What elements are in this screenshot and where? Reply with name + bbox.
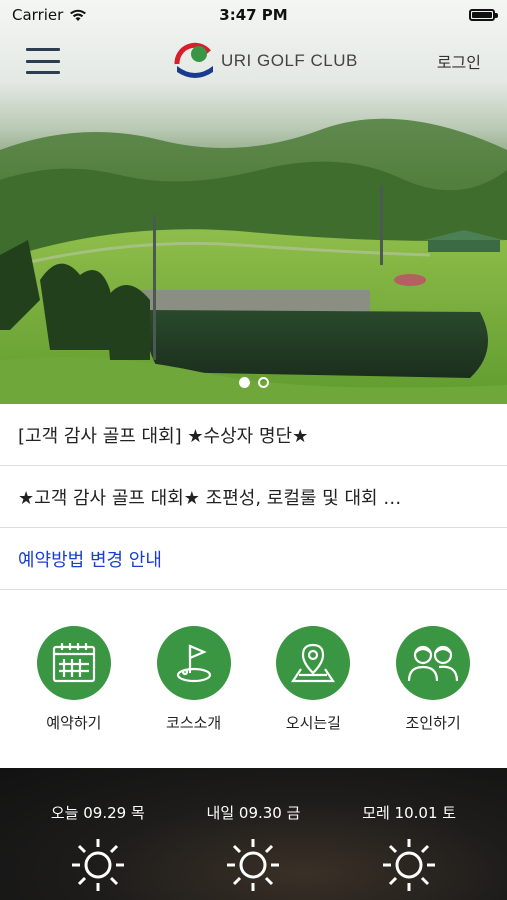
carousel-dot-1[interactable]: [238, 377, 250, 388]
quick-join-button[interactable]: 조인하기: [383, 626, 483, 768]
logo-wordmark: URI GOLF CLUB: [221, 51, 358, 70]
weather-panel: 오늘 09.29 목 내일 09.30 금 모레 10.01 토: [0, 768, 507, 900]
calendar-icon: [36, 626, 111, 700]
menu-line: [26, 71, 60, 74]
menu-line: [26, 59, 60, 63]
notice-list: [고객 감사 골프 대회] ★수상자 명단★ ★고객 감사 골프 대회★ 조편성…: [0, 404, 507, 590]
quick-label: 코스소개: [166, 714, 222, 732]
notice-item[interactable]: ★고객 감사 골프 대회★ 조편성, 로컬룰 및 대회 …: [0, 466, 507, 528]
flag-hole-icon: [156, 626, 231, 700]
people-icon: [396, 626, 471, 700]
hamburger-menu-button[interactable]: [26, 48, 60, 74]
quick-directions-button[interactable]: 오시는길: [263, 626, 363, 768]
quick-course-button[interactable]: 코스소개: [144, 626, 244, 768]
notice-item-reservation-change[interactable]: 예약방법 변경 안내: [0, 528, 507, 590]
clock: 3:47 PM: [219, 6, 288, 24]
weather-date: 내일 09.30 금: [206, 804, 301, 822]
uri-golf-club-logo[interactable]: URI GOLF CLUB: [173, 40, 358, 82]
weather-date: 오늘 09.29 목: [50, 804, 145, 822]
battery-icon: [469, 9, 498, 21]
logo-emblem-icon: [174, 42, 213, 78]
quick-label: 오시는길: [285, 714, 341, 732]
login-button[interactable]: 로그인: [437, 49, 481, 73]
sun-icon: [71, 839, 124, 891]
weather-day: 내일 09.30 금: [193, 802, 313, 900]
carousel-dot-2[interactable]: [257, 377, 269, 388]
menu-line: [26, 48, 60, 51]
weather-day: 모레 10.01 토: [349, 802, 469, 900]
quick-label: 조인하기: [405, 714, 461, 732]
status-bar: Carrier 3:47 PM: [0, 0, 507, 30]
weather-date: 모레 10.01 토: [362, 804, 457, 822]
weather-day: 오늘 09.29 목: [38, 802, 158, 900]
notice-item[interactable]: [고객 감사 골프 대회] ★수상자 명단★: [0, 404, 507, 466]
quick-reserve-button[interactable]: 예약하기: [24, 626, 124, 768]
quick-menu: 예약하기 코스소개 오시는길 조인하기: [0, 590, 507, 768]
carousel-indicator: [0, 377, 507, 388]
sun-icon: [383, 839, 436, 891]
map-pin-icon: [276, 626, 351, 700]
sun-icon: [227, 839, 280, 891]
app-header: URI GOLF CLUB 로그인: [0, 30, 507, 92]
quick-label: 예약하기: [46, 714, 102, 732]
